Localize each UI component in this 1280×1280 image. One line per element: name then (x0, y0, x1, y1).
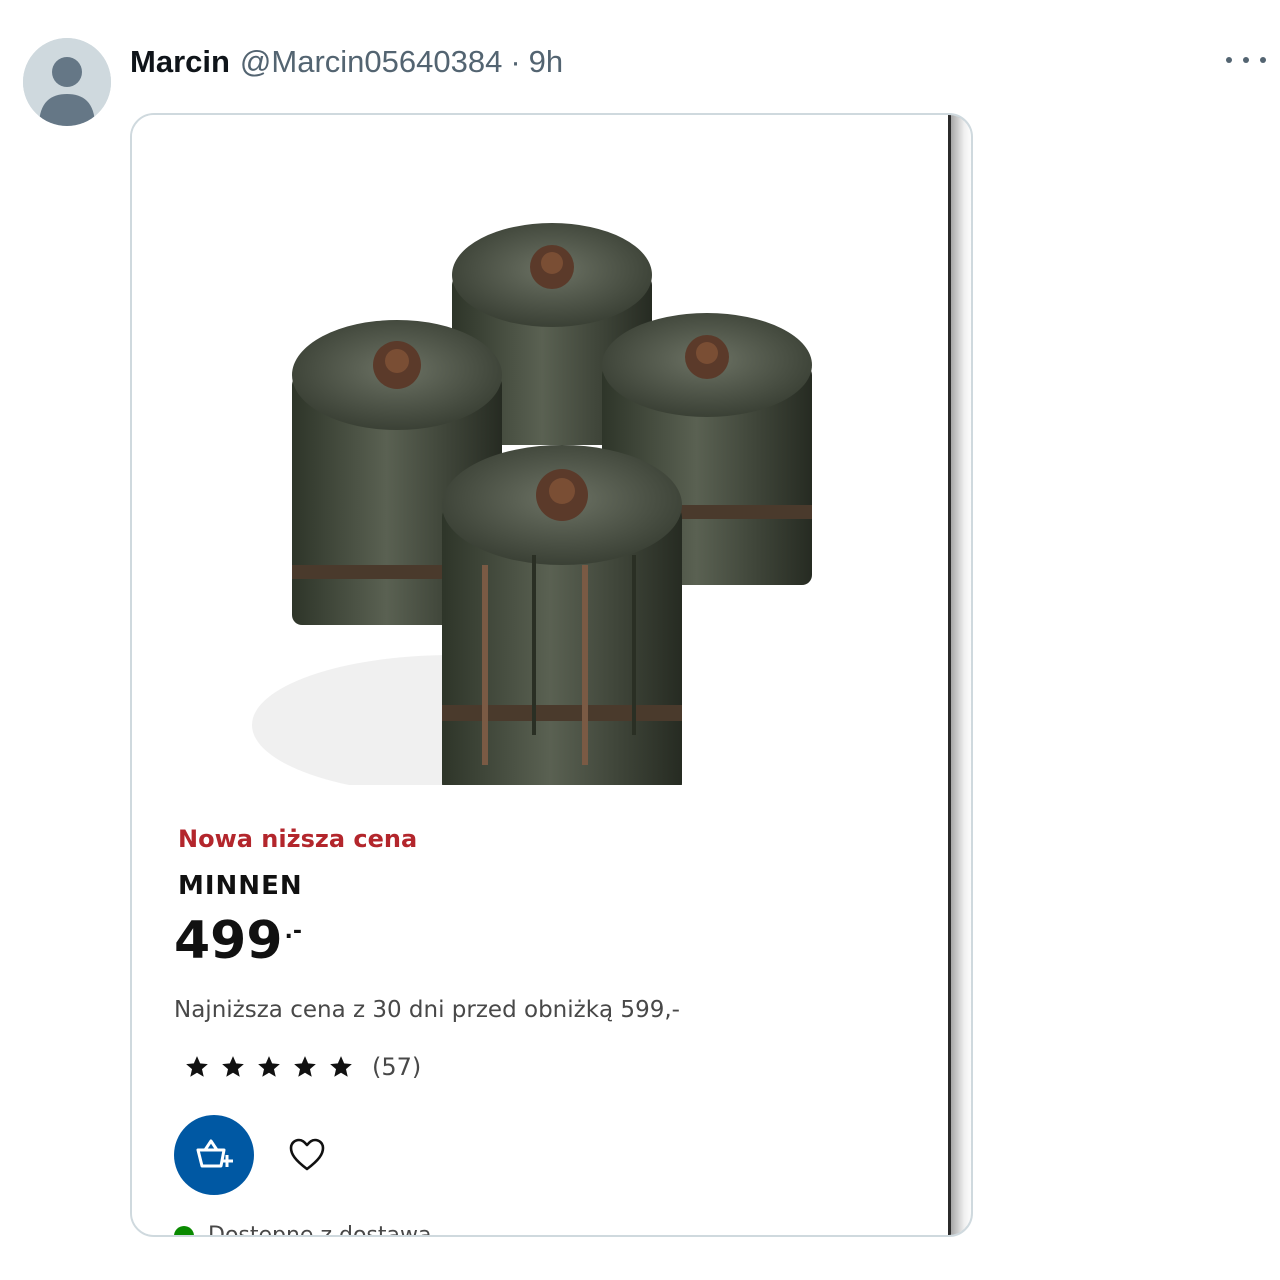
star-icon (294, 1056, 316, 1077)
card-edge-shadow (951, 115, 971, 1235)
availability-text: Dostępne z dostawą (208, 1223, 432, 1237)
tweet-media[interactable]: Nowa niższa cena MINNEN 499 .- Najniższa… (130, 113, 973, 1237)
review-count: (57) (372, 1053, 422, 1081)
star-icon (330, 1056, 352, 1077)
product-name[interactable]: MINNEN (178, 871, 303, 901)
product-card: Nowa niższa cena MINNEN 499 .- Najniższa… (132, 115, 951, 1237)
favorite-button[interactable] (287, 1135, 327, 1175)
more-dot (1243, 57, 1249, 63)
tweet-header: Marcin @Marcin05640384 · 9h (130, 40, 563, 84)
price-amount: 499 (174, 911, 283, 971)
lowest-price-note: Najniższa cena z 30 dni przed obniżką 59… (174, 997, 680, 1023)
timestamp[interactable]: 9h (529, 44, 563, 80)
author-handle[interactable]: @Marcin05640384 (240, 44, 502, 80)
more-dot (1226, 57, 1232, 63)
add-to-cart-button[interactable] (174, 1115, 254, 1195)
add-to-cart-icon (196, 1139, 233, 1168)
more-options-icon[interactable] (1226, 46, 1266, 74)
price-drop-badge: Nowa niższa cena (178, 825, 418, 853)
default-avatar-icon (23, 38, 111, 126)
avatar[interactable] (23, 38, 111, 126)
star-icon (258, 1056, 280, 1077)
heart-icon (289, 1138, 325, 1171)
status-dot-icon (174, 1225, 194, 1235)
more-dot (1260, 57, 1266, 63)
star-icon (222, 1056, 244, 1077)
author-name[interactable]: Marcin (130, 44, 230, 80)
product-image[interactable] (252, 205, 842, 785)
availability-status: Dostępne z dostawą (174, 1223, 432, 1237)
product-rating[interactable]: (57) (184, 1053, 421, 1081)
star-icon (186, 1056, 208, 1077)
product-price: 499 .- (174, 915, 302, 967)
price-suffix: .- (284, 919, 303, 944)
separator: · (510, 44, 521, 79)
rating-stars (184, 1054, 354, 1080)
